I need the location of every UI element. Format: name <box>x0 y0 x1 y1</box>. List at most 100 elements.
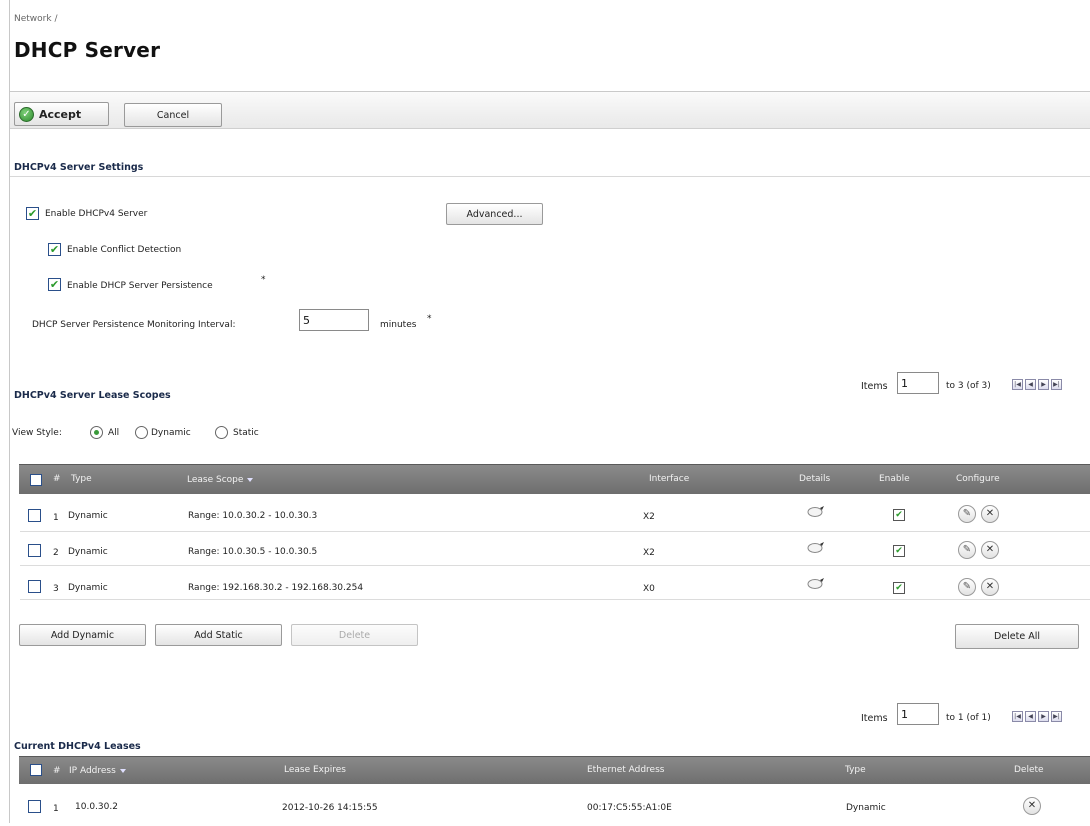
col-delete-header: Delete <box>1014 765 1044 775</box>
sort-desc-icon <box>247 477 254 482</box>
col-lease-scope-label: Lease Scope <box>187 475 244 485</box>
persistence-note-asterisk: * <box>261 275 266 285</box>
leases-pager-page-input[interactable] <box>897 703 939 725</box>
view-style-dynamic-label: Dynamic <box>151 428 191 438</box>
row-interface: X2 <box>643 548 655 558</box>
persistence-interval-input[interactable] <box>299 309 369 331</box>
x-circle-icon[interactable]: ✕ <box>981 541 999 559</box>
prev-page-icon[interactable]: ◀ <box>1025 711 1036 722</box>
page-title: DHCP Server <box>14 38 161 62</box>
col-configure-header: Configure <box>956 474 1000 484</box>
row-enable-checkbox[interactable] <box>893 509 905 521</box>
select-all-leases-checkbox[interactable] <box>30 764 42 776</box>
comment-bubble-icon[interactable] <box>807 542 825 554</box>
enable-dhcpv4-server-label: Enable DHCPv4 Server <box>45 209 148 219</box>
col-interface-header[interactable]: Interface <box>649 474 689 484</box>
last-page-icon[interactable]: ▶| <box>1051 379 1062 390</box>
first-page-icon[interactable]: |◀ <box>1012 379 1023 390</box>
prev-page-icon[interactable]: ◀ <box>1025 379 1036 390</box>
enable-conflict-detection-label: Enable Conflict Detection <box>67 245 182 255</box>
section-divider <box>10 176 1090 177</box>
scopes-pager-page-input[interactable] <box>897 372 939 394</box>
check-circle-icon: ✓ <box>19 106 34 122</box>
pencil-icon[interactable]: ✎ <box>958 541 976 559</box>
row-select-checkbox[interactable] <box>28 509 41 522</box>
view-style-label: View Style: <box>12 428 62 438</box>
accept-button[interactable]: ✓ Accept <box>14 102 109 126</box>
row-type: Dynamic <box>846 803 886 813</box>
row-enable-checkbox[interactable] <box>893 582 905 594</box>
col-expires-header[interactable]: Lease Expires <box>284 765 346 775</box>
delete-button[interactable]: Delete <box>291 624 418 646</box>
last-page-icon[interactable]: ▶| <box>1051 711 1062 722</box>
row-ethernet-address: 00:17:C5:55:A1:0E <box>587 803 672 813</box>
row-interface: X0 <box>643 584 655 594</box>
advanced-button[interactable]: Advanced... <box>446 203 543 225</box>
row-type: Dynamic <box>68 511 108 521</box>
v4-settings-title: DHCPv4 Server Settings <box>14 162 144 173</box>
enable-persistence-checkbox[interactable] <box>48 278 61 291</box>
row-type: Dynamic <box>68 583 108 593</box>
interval-note-asterisk: * <box>427 314 432 324</box>
row-lease-scope: Range: 192.168.30.2 - 192.168.30.254 <box>188 583 364 593</box>
select-all-scopes-checkbox[interactable] <box>30 474 42 486</box>
enable-persistence-label: Enable DHCP Server Persistence <box>67 281 213 291</box>
next-page-icon[interactable]: ▶ <box>1038 711 1049 722</box>
first-page-icon[interactable]: |◀ <box>1012 711 1023 722</box>
scopes-pager-items-label: Items <box>861 381 888 392</box>
scopes-table-header: # Type Lease Scope Interface Details Ena… <box>19 464 1090 494</box>
persistence-interval-unit: minutes <box>380 320 417 330</box>
sort-desc-icon <box>119 768 126 773</box>
leases-pager-items-label: Items <box>861 713 888 724</box>
col-num-header: # <box>53 474 61 484</box>
next-page-icon[interactable]: ▶ <box>1038 379 1049 390</box>
x-circle-icon[interactable]: ✕ <box>1023 797 1041 815</box>
comment-bubble-icon[interactable] <box>807 506 825 518</box>
row-num: 1 <box>53 513 59 523</box>
row-num: 3 <box>53 584 59 594</box>
lease-scopes-title: DHCPv4 Server Lease Scopes <box>14 390 171 401</box>
view-style-dynamic-radio[interactable] <box>135 426 148 439</box>
persistence-interval-label: DHCP Server Persistence Monitoring Inter… <box>32 320 236 330</box>
row-num: 1 <box>53 804 59 814</box>
add-dynamic-button[interactable]: Add Dynamic <box>19 624 146 646</box>
col-num-header: # <box>53 766 61 776</box>
row-lease-scope: Range: 10.0.30.5 - 10.0.30.5 <box>188 547 318 557</box>
enable-dhcpv4-server-checkbox[interactable] <box>26 207 39 220</box>
col-type-header[interactable]: Type <box>845 765 866 775</box>
pencil-icon[interactable]: ✎ <box>958 505 976 523</box>
row-select-checkbox[interactable] <box>28 580 41 593</box>
col-type-header[interactable]: Type <box>71 474 92 484</box>
row-select-checkbox[interactable] <box>28 800 41 813</box>
row-select-checkbox[interactable] <box>28 544 41 557</box>
table-row: 3 Dynamic Range: 192.168.30.2 - 192.168.… <box>20 572 1090 600</box>
row-interface: X2 <box>643 512 655 522</box>
breadcrumb[interactable]: Network / <box>14 14 57 24</box>
add-static-button[interactable]: Add Static <box>155 624 282 646</box>
x-circle-icon[interactable]: ✕ <box>981 505 999 523</box>
leases-table-header: # IP Address Lease Expires Ethernet Addr… <box>19 756 1090 784</box>
view-style-all-radio[interactable] <box>90 426 103 439</box>
col-ethernet-header[interactable]: Ethernet Address <box>587 765 664 775</box>
table-row: 2 Dynamic Range: 10.0.30.5 - 10.0.30.5 X… <box>20 538 1090 566</box>
row-type: Dynamic <box>68 547 108 557</box>
col-ip-header[interactable]: IP Address <box>69 766 126 776</box>
delete-all-button[interactable]: Delete All <box>955 624 1079 649</box>
row-enable-checkbox[interactable] <box>893 545 905 557</box>
row-lease-scope: Range: 10.0.30.2 - 10.0.30.3 <box>188 511 318 521</box>
pencil-icon[interactable]: ✎ <box>958 578 976 596</box>
view-style-static-label: Static <box>233 428 259 438</box>
col-lease-scope-header[interactable]: Lease Scope <box>187 475 254 485</box>
accept-button-label: Accept <box>39 107 82 121</box>
x-circle-icon[interactable]: ✕ <box>981 578 999 596</box>
leases-pager-range: to 1 (of 1) <box>946 713 991 723</box>
scopes-pager-range: to 3 (of 3) <box>946 381 991 391</box>
row-lease-expires: 2012-10-26 14:15:55 <box>282 803 378 813</box>
row-ip-address: 10.0.30.2 <box>75 802 118 812</box>
cancel-button[interactable]: Cancel <box>124 103 222 127</box>
table-row: 1 10.0.30.2 2012-10-26 14:15:55 00:17:C5… <box>20 797 1090 826</box>
comment-bubble-icon[interactable] <box>807 578 825 590</box>
enable-conflict-detection-checkbox[interactable] <box>48 243 61 256</box>
table-row: 1 Dynamic Range: 10.0.30.2 - 10.0.30.3 X… <box>20 504 1090 532</box>
view-style-static-radio[interactable] <box>215 426 228 439</box>
